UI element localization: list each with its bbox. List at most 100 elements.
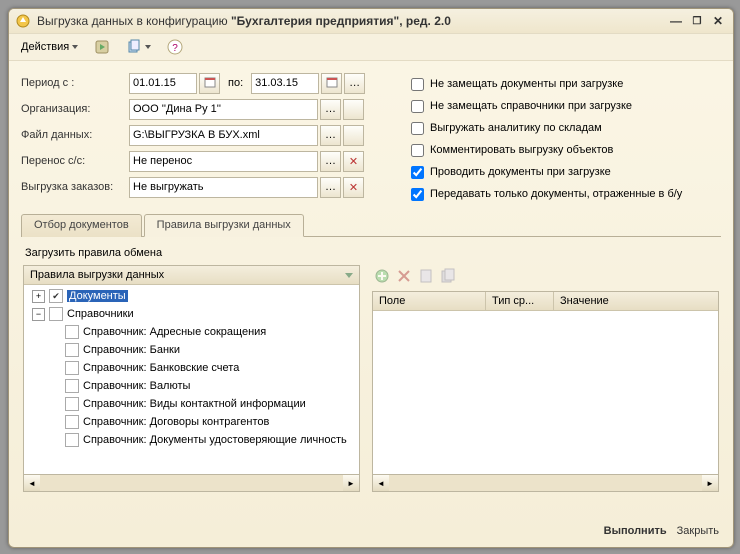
grid-h-scrollbar[interactable]: ◄ ► [372, 475, 719, 492]
orders-clear-button[interactable]: ✕ [343, 177, 364, 198]
x-icon: ✕ [349, 181, 358, 194]
chevron-down-icon [72, 45, 78, 49]
orders-label: Выгрузка заказов: [21, 181, 129, 193]
calendar-icon [326, 76, 338, 91]
delete-icon[interactable] [396, 268, 412, 284]
tree-label: Справочники [67, 308, 134, 320]
checkbox[interactable] [65, 433, 79, 447]
tree-label: Документы [67, 290, 128, 302]
tab-export-rules[interactable]: Правила выгрузки данных [144, 214, 304, 237]
tree-h-scrollbar[interactable]: ◄ ► [23, 475, 360, 492]
tree-node[interactable]: + Документы [24, 287, 359, 305]
tree-node[interactable]: − Справочники [24, 305, 359, 323]
tree-node[interactable]: Справочник: Договоры контрагентов [24, 413, 359, 431]
transfer-input[interactable]: Не перенос [129, 151, 318, 172]
org-label: Организация: [21, 103, 129, 115]
col-compare[interactable]: Тип ср... [486, 292, 554, 310]
scroll-right-icon[interactable]: ► [343, 475, 359, 491]
tree-label: Справочник: Документы удостоверяющие лич… [83, 434, 347, 446]
transfer-label: Перенос с/с: [21, 155, 129, 167]
opt-export-analytics[interactable]: Выгружать аналитику по складам [411, 117, 721, 139]
file-label: Файл данных: [21, 129, 129, 141]
actions-menu[interactable]: Действия [15, 39, 84, 55]
tree-wrapper: Правила выгрузки данных + Документы − Справ… [23, 265, 360, 492]
opt-comment-export[interactable]: Комментировать выгрузку объектов [411, 139, 721, 161]
scroll-right-icon[interactable]: ► [702, 475, 718, 491]
svg-text:?: ? [172, 43, 178, 54]
rules-panel: Загрузить правила обмена Правила выгрузк… [21, 237, 721, 492]
copy-icon [126, 39, 142, 55]
checkbox[interactable] [65, 361, 79, 375]
add-icon[interactable] [374, 268, 390, 284]
page-icon[interactable] [418, 268, 434, 284]
minimize-button[interactable]: — [667, 13, 685, 29]
form-column: Период с : 01.01.15 по: 31.03.15 … Орган… [21, 71, 391, 205]
period-to-calendar[interactable] [321, 73, 342, 94]
transfer-select-button[interactable]: … [320, 151, 341, 172]
file-select-button[interactable]: … [320, 125, 341, 146]
toolbar-run-button[interactable] [88, 37, 116, 57]
scroll-left-icon[interactable]: ◄ [373, 475, 389, 491]
opt-post-docs[interactable]: Проводить документы при загрузке [411, 161, 721, 183]
toolbar-help-button[interactable]: ? [161, 37, 189, 57]
toolbar: Действия ? [9, 33, 733, 61]
file-input[interactable]: G:\ВЫГРУЗКА В БУХ.xml [129, 125, 318, 146]
collapse-icon[interactable]: − [32, 308, 45, 321]
transfer-clear-button[interactable]: ✕ [343, 151, 364, 172]
close-button[interactable]: Закрыть [677, 525, 719, 537]
filter-grid[interactable]: Поле Тип ср... Значение [372, 291, 719, 475]
col-value[interactable]: Значение [554, 292, 718, 310]
opt-no-replace-refs[interactable]: Не замещать справочники при загрузке [411, 95, 721, 117]
dots-icon: … [349, 77, 360, 89]
checkbox[interactable] [65, 397, 79, 411]
dots-icon: … [325, 103, 336, 115]
dots-icon: … [325, 129, 336, 141]
tabs: Отбор документов Правила выгрузки данных [21, 213, 721, 237]
checkbox[interactable] [65, 343, 79, 357]
close-window-button[interactable]: ✕ [709, 13, 727, 29]
window-title: Выгрузка данных в конфигурацию "Бухгалте… [37, 14, 451, 28]
scroll-left-icon[interactable]: ◄ [24, 475, 40, 491]
period-from-input[interactable]: 01.01.15 [129, 73, 197, 94]
tab-filter-docs[interactable]: Отбор документов [21, 214, 142, 237]
options-column: Не замещать документы при загрузке Не за… [411, 71, 721, 205]
org-search-button[interactable] [343, 99, 364, 120]
col-field[interactable]: Поле [373, 292, 486, 310]
x-icon: ✕ [349, 155, 358, 168]
title-config: "Бухгалтерия предприятия", ред. 2.0 [231, 14, 451, 28]
toolbar-copy-button[interactable] [120, 37, 157, 57]
expand-icon[interactable]: + [32, 290, 45, 303]
restore-button[interactable]: ❐ [688, 13, 706, 29]
opt-only-accounting[interactable]: Передавать только документы, отраженные … [411, 183, 721, 205]
footer: Выполнить Закрыть [9, 515, 733, 547]
period-to-input[interactable]: 31.03.15 [251, 73, 319, 94]
dots-icon: … [325, 181, 336, 193]
checkbox[interactable] [65, 415, 79, 429]
period-from-label: Период с : [21, 77, 129, 89]
pages-icon[interactable] [440, 268, 456, 284]
tree-body[interactable]: + Документы − Справочники Справочник: Адресн… [24, 285, 359, 474]
opt-no-replace-docs[interactable]: Не замещать документы при загрузке [411, 73, 721, 95]
load-rules-link[interactable]: Загрузить правила обмена [25, 247, 719, 259]
tree-node[interactable]: Справочник: Банковские счета [24, 359, 359, 377]
period-picker-button[interactable]: … [344, 73, 365, 94]
org-input[interactable]: ООО ''Дина Ру 1'' [129, 99, 318, 120]
checkbox[interactable] [65, 325, 79, 339]
orders-select-button[interactable]: … [320, 177, 341, 198]
file-search-button[interactable] [343, 125, 364, 146]
execute-button[interactable]: Выполнить [604, 525, 667, 537]
tree-header[interactable]: Правила выгрузки данных [24, 266, 359, 285]
orders-input[interactable]: Не выгружать [129, 177, 318, 198]
grid-header: Поле Тип ср... Значение [373, 292, 718, 311]
checkbox[interactable] [49, 289, 63, 303]
checkbox[interactable] [65, 379, 79, 393]
tree-node[interactable]: Справочник: Виды контактной информации [24, 395, 359, 413]
org-select-button[interactable]: … [320, 99, 341, 120]
tree-node[interactable]: Справочник: Банки [24, 341, 359, 359]
period-from-calendar[interactable] [199, 73, 220, 94]
tree-node[interactable]: Справочник: Адресные сокращения [24, 323, 359, 341]
rules-tree[interactable]: Правила выгрузки данных + Документы − Справ… [23, 265, 360, 475]
tree-node[interactable]: Справочник: Валюты [24, 377, 359, 395]
checkbox[interactable] [49, 307, 63, 321]
tree-node[interactable]: Справочник: Документы удостоверяющие лич… [24, 431, 359, 449]
